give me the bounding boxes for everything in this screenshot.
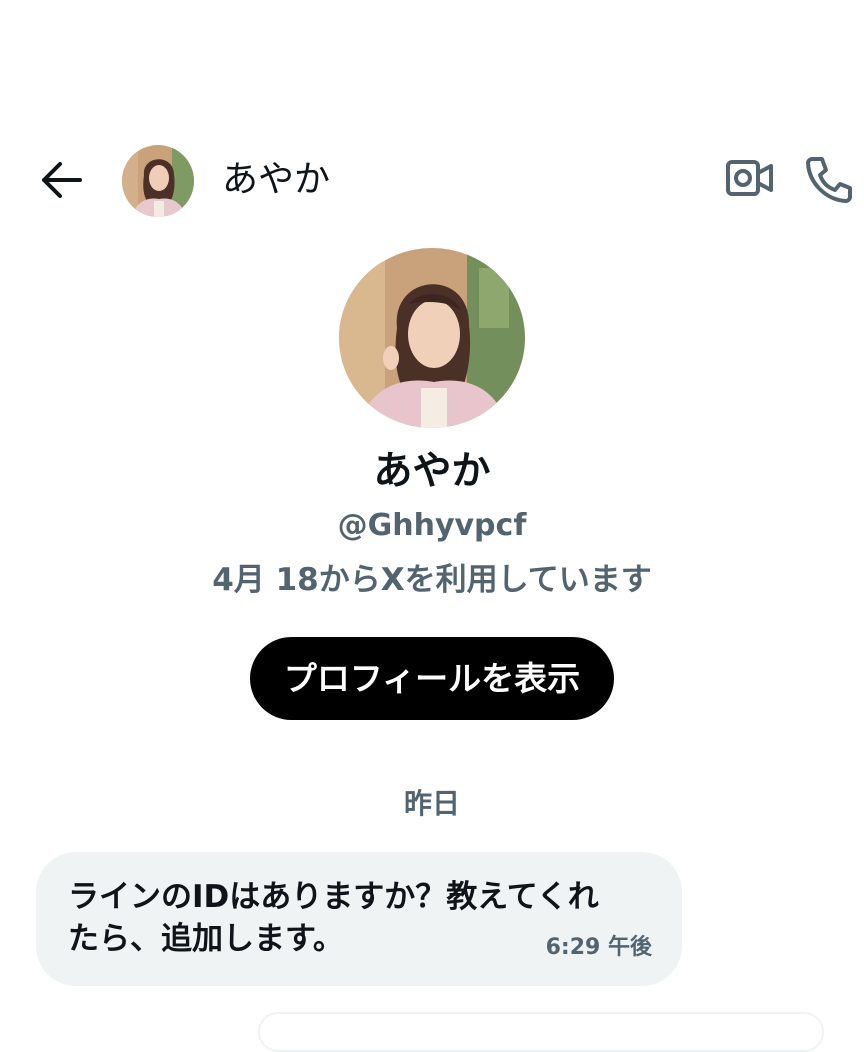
- conversation-header: あやか: [0, 136, 864, 224]
- video-call-button[interactable]: [724, 156, 776, 202]
- back-button[interactable]: [36, 158, 90, 202]
- profile-handle: @Ghhyvpcf: [337, 508, 527, 543]
- avatar[interactable]: [122, 145, 194, 217]
- header-contact-name: あやか: [222, 159, 331, 200]
- arrow-left-icon: [42, 162, 82, 198]
- date-divider: 昨日: [403, 787, 460, 820]
- video-camera-icon: [726, 160, 773, 196]
- next-message-bubble: [258, 1012, 824, 1052]
- avatar-photo: [122, 145, 194, 217]
- message-bubble[interactable]: ラインのIDはありますか？教えてくれ たら、追加します。 6:29 午後: [36, 852, 682, 986]
- profile-photo: [339, 248, 525, 428]
- view-profile-button[interactable]: プロフィールを表示: [250, 637, 614, 720]
- message-timestamp: 6:29 午後: [537, 932, 652, 964]
- phone-icon: [806, 157, 852, 203]
- profile-joined-date: 4月 18からXを利用しています: [212, 562, 652, 598]
- profile-name: あやか: [373, 449, 491, 494]
- voice-call-button[interactable]: [804, 154, 854, 204]
- profile-avatar[interactable]: [339, 248, 525, 428]
